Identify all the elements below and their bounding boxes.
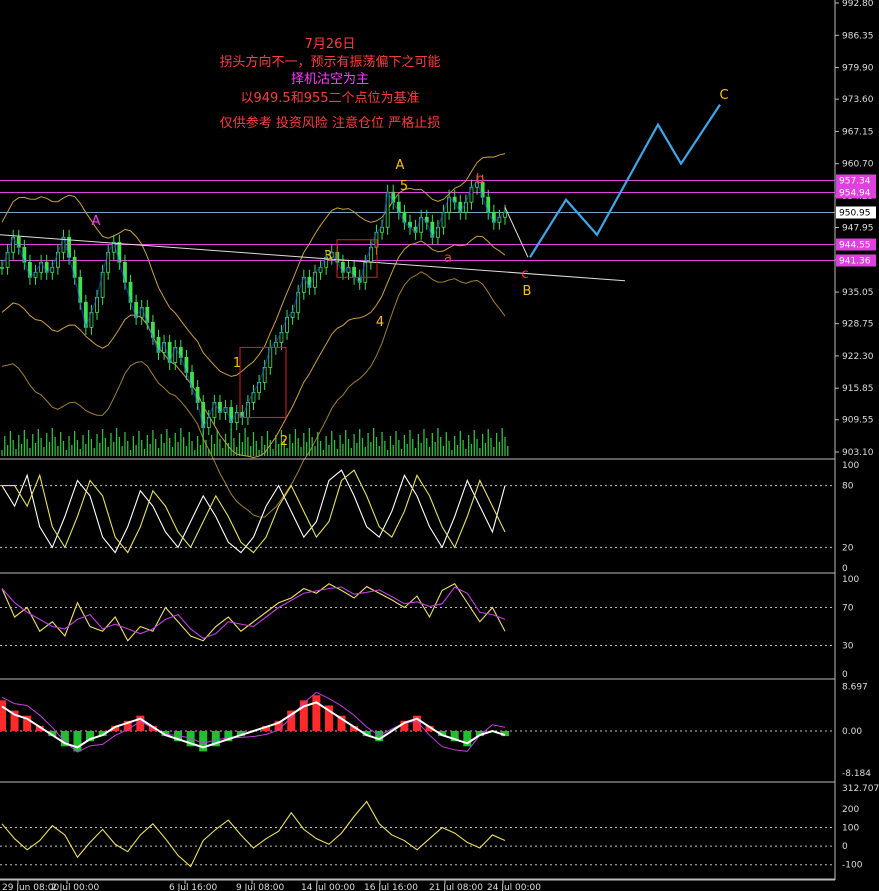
osc-axis-label: 20 bbox=[842, 543, 854, 553]
wave-label: C bbox=[719, 88, 728, 103]
annotation-line4: 仅供参考 投资风险 注意仓位 严格止损 bbox=[219, 116, 441, 131]
stochastic-panel bbox=[0, 469, 835, 554]
osc-axis-label: 30 bbox=[842, 642, 854, 652]
rsi-panel bbox=[0, 583, 835, 646]
main-price-panel: A 1 2 3 4 5 Ab a cB C bbox=[0, 88, 835, 518]
osc-axis-label: 0 bbox=[842, 564, 848, 574]
price-tick-label: 992.80 bbox=[842, 0, 874, 9]
price-tag-label: 954.94 bbox=[839, 189, 871, 199]
macd-axis-label: 0.00 bbox=[842, 727, 862, 737]
osc-axis-label: 70 bbox=[842, 604, 854, 614]
oscillator-signal bbox=[1, 586, 506, 639]
osc-axis-label: -100 bbox=[842, 861, 863, 871]
axes-layer: 992.80 986.35 979.90 973.60 967.15 960.70 954.… bbox=[0, 0, 879, 891]
annotation-date: 7月26日 bbox=[304, 37, 356, 52]
macd-histogram-bar bbox=[0, 700, 6, 731]
price-tick-label: 922.30 bbox=[842, 352, 874, 362]
price-tick-label: 947.95 bbox=[842, 224, 874, 234]
osc-axis-label: 100 bbox=[842, 824, 859, 834]
annotation-line2: 择机沽空为主 bbox=[290, 72, 369, 87]
price-tick-label: 973.60 bbox=[842, 95, 874, 105]
osc-axis-label: 100 bbox=[842, 575, 859, 585]
osc-axis-label: 100 bbox=[842, 461, 859, 471]
bollinger-upper bbox=[1, 153, 506, 377]
price-tag-label: 941.36 bbox=[839, 256, 871, 266]
price-tick-label: 909.55 bbox=[842, 416, 874, 426]
wave-label: 1 bbox=[233, 356, 241, 371]
price-tick-label: 928.75 bbox=[842, 320, 874, 330]
wave-label: c bbox=[521, 267, 528, 282]
cci-panel bbox=[0, 800, 835, 868]
wave-label: a bbox=[444, 251, 452, 266]
time-tick-label: 6 Jul 16:00 bbox=[169, 883, 218, 891]
descending-trendline bbox=[0, 234, 626, 282]
macd-axis-label: -8.184 bbox=[842, 769, 871, 779]
time-tick-label: 24 Jul 00:00 bbox=[487, 883, 541, 891]
chart-canvas: A 1 2 3 4 5 Ab a cB C 992.80 986.35 979.90 973.60 967… bbox=[0, 0, 879, 891]
candle-body bbox=[0, 266, 4, 269]
macd-panel bbox=[0, 691, 835, 753]
wave-label: A bbox=[396, 158, 405, 173]
price-tick-label: 903.10 bbox=[842, 448, 874, 458]
osc-axis-label: 312.7079 bbox=[842, 784, 879, 794]
wave-label: 3 bbox=[324, 249, 332, 264]
time-tick-label: 9 Jul 08:00 bbox=[236, 883, 285, 891]
wave-label: 5 bbox=[400, 179, 408, 194]
bollinger-lower bbox=[1, 235, 506, 459]
price-tick-label: 979.90 bbox=[842, 64, 874, 74]
macd-histogram-bar bbox=[312, 695, 321, 731]
oscillator-line bbox=[1, 583, 506, 642]
wave-label: 4 bbox=[376, 315, 384, 330]
macd-axis-label: 8.697 bbox=[842, 683, 868, 693]
price-tick-label: 986.35 bbox=[842, 31, 874, 41]
osc-axis-label: 200 bbox=[842, 805, 859, 815]
time-tick-label: 16 Jul 16:00 bbox=[364, 883, 418, 891]
connector-line bbox=[504, 207, 529, 258]
time-tick-label: 14 Jul 00:00 bbox=[301, 883, 355, 891]
price-tag-label: 950.95 bbox=[839, 208, 871, 218]
wave-label: 2 bbox=[280, 434, 288, 449]
osc-axis-label: 80 bbox=[842, 482, 854, 492]
time-tick-label: 2 Jul 00:00 bbox=[51, 883, 100, 891]
osc-axis-label: 0 bbox=[842, 670, 848, 680]
wave-label: A bbox=[92, 214, 101, 229]
price-tag-label: 957.34 bbox=[839, 176, 871, 186]
price-tag-label: 944.55 bbox=[839, 241, 871, 251]
wave-label: B bbox=[523, 284, 532, 299]
wave-label: b bbox=[476, 172, 484, 187]
osc-axis-label: 0 bbox=[842, 842, 848, 852]
oscillator-signal bbox=[2, 469, 506, 554]
price-tick-label: 967.15 bbox=[842, 127, 874, 137]
oscillator-line bbox=[1, 469, 506, 554]
price-tick-label: 960.70 bbox=[842, 160, 874, 170]
annotation-line3: 以949.5和955二个点位为基准 bbox=[240, 91, 420, 106]
oscillator-line bbox=[1, 800, 506, 868]
price-tick-label: 915.85 bbox=[842, 384, 874, 394]
price-tick-label: 935.05 bbox=[842, 288, 874, 298]
time-tick-label: 21 Jul 08:00 bbox=[429, 883, 483, 891]
